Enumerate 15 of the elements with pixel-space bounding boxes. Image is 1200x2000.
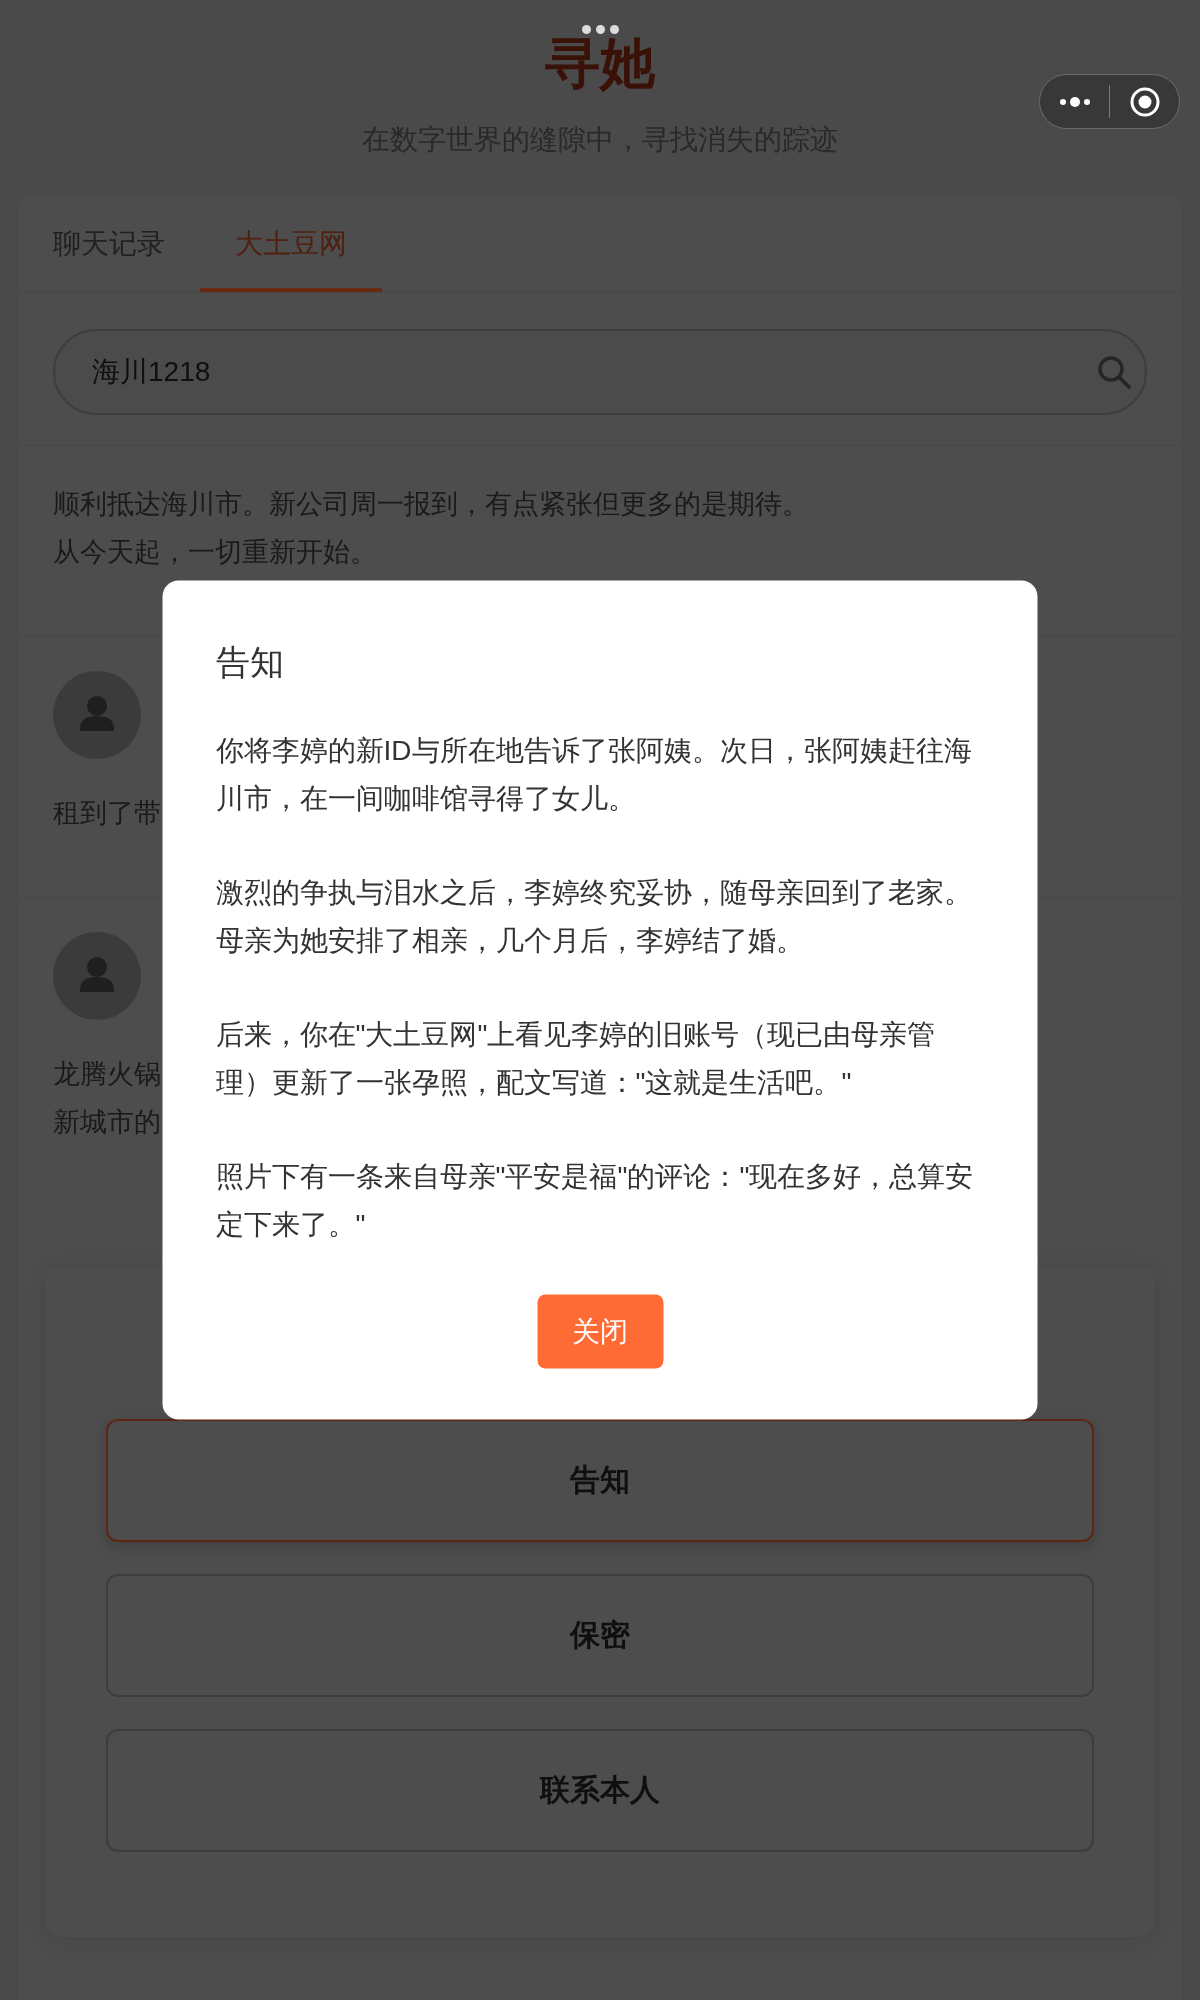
modal-paragraph: 激烈的争执与泪水之后，李婷终究妥协，随母亲回到了老家。母亲为她安排了相亲，几个月后，李婷结了婚。 [215,875,973,958]
target-icon [1129,86,1160,117]
close-button[interactable]: 关闭 [537,1294,663,1369]
search-field[interactable]: 海川1218 [53,329,1147,415]
three-dots-icon [582,25,619,34]
modal-paragraph: 照片下有一条来自母亲"平安是福"的评论："现在多好，总算安定下来了。" [215,1159,975,1242]
dots-icon [1059,96,1090,107]
modal-paragraph: 你将李婷的新ID与所在地告诉了张阿姨。次日，张阿姨赶往海川市，在一间咖啡馆寻得了女儿。 [215,733,973,816]
modal-paragraph: 后来，你在"大土豆网"上看见李婷的旧账号（现已由母亲管理）更新了一张孕照，配文写道："这就是生活吧。" [215,1017,937,1100]
tab[interactable]: 大土豆网 [200,195,382,292]
app-title: 寻她 [545,35,655,91]
choice-button[interactable]: 保密 [106,1574,1094,1697]
choice-button[interactable]: 联系本人 [106,1729,1094,1852]
choice-button[interactable]: 告知 [106,1419,1094,1542]
modal-title: 告知 [215,641,285,683]
